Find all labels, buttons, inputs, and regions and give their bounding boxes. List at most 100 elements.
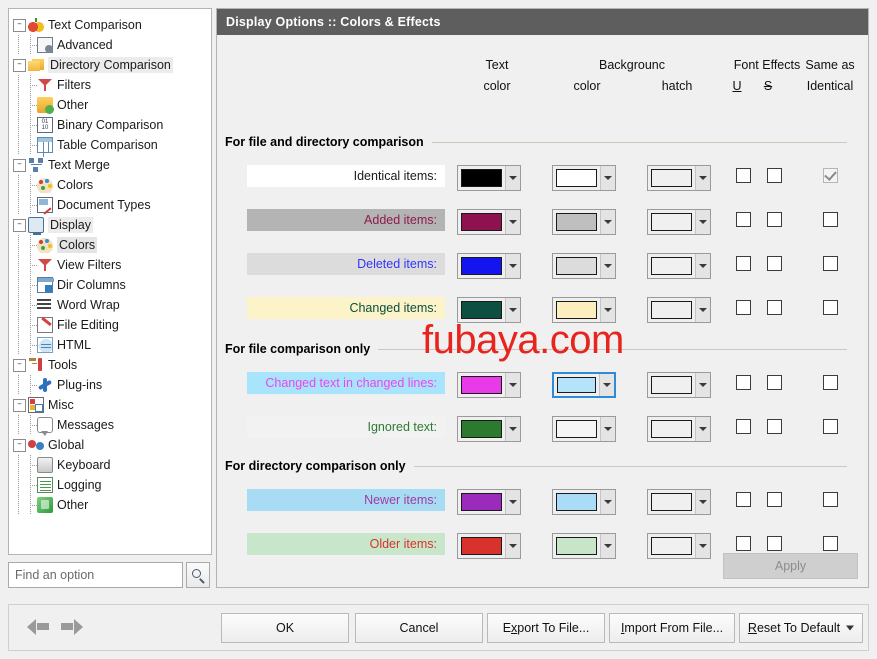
- sidebar-item-keyboard[interactable]: Keyboard: [9, 455, 211, 475]
- background-color-picker[interactable]: [552, 533, 616, 559]
- chevron-down-icon[interactable]: [505, 166, 520, 190]
- sidebar-item-logging[interactable]: Logging: [9, 475, 211, 495]
- chevron-down-icon[interactable]: [600, 254, 615, 278]
- sidebar-item-colors[interactable]: Colors: [9, 235, 211, 255]
- collapse-expander-icon[interactable]: –: [13, 18, 26, 32]
- options-tree-panel[interactable]: – Text Comparison Advanced – Directory Compa…: [8, 8, 212, 555]
- strikeout-checkbox[interactable]: [767, 256, 782, 271]
- sidebar-item-view-filters[interactable]: View Filters: [9, 255, 211, 275]
- text-color-picker[interactable]: [457, 297, 521, 323]
- strikeout-checkbox[interactable]: [767, 375, 782, 390]
- same-as-identical-checkbox[interactable]: [823, 419, 838, 434]
- collapse-expander-icon[interactable]: –: [13, 358, 26, 372]
- chevron-down-icon[interactable]: [695, 298, 710, 322]
- sidebar-item-plug-ins[interactable]: Plug-ins: [9, 375, 211, 395]
- chevron-down-icon[interactable]: [695, 210, 710, 234]
- sidebar-item-other[interactable]: Other: [9, 495, 211, 515]
- sidebar-item-advanced[interactable]: Advanced: [9, 35, 211, 55]
- chevron-down-icon[interactable]: [695, 417, 710, 441]
- search-input[interactable]: [8, 562, 183, 588]
- strikeout-checkbox[interactable]: [767, 300, 782, 315]
- chevron-down-icon[interactable]: [505, 534, 520, 558]
- background-color-picker[interactable]: [552, 209, 616, 235]
- collapse-expander-icon[interactable]: –: [13, 438, 26, 452]
- chevron-down-icon[interactable]: [600, 166, 615, 190]
- chevron-down-icon[interactable]: [600, 417, 615, 441]
- chevron-down-icon[interactable]: [695, 534, 710, 558]
- sidebar-item-file-editing[interactable]: File Editing: [9, 315, 211, 335]
- same-as-identical-checkbox[interactable]: [823, 536, 838, 551]
- strikeout-checkbox[interactable]: [767, 168, 782, 183]
- chevron-down-icon[interactable]: [505, 210, 520, 234]
- ok-button[interactable]: OK: [221, 613, 349, 643]
- background-color-picker[interactable]: [552, 297, 616, 323]
- sidebar-item-document-types[interactable]: Document Types: [9, 195, 211, 215]
- chevron-down-icon[interactable]: [695, 166, 710, 190]
- sidebar-item-binary-comparison[interactable]: 01 10 Binary Comparison: [9, 115, 211, 135]
- chevron-down-icon[interactable]: [695, 373, 710, 397]
- hatch-picker[interactable]: [647, 533, 711, 559]
- text-color-picker[interactable]: [457, 165, 521, 191]
- import-from-file-button[interactable]: Import From File...: [609, 613, 735, 643]
- underline-checkbox[interactable]: [736, 419, 751, 434]
- sidebar-item-colors[interactable]: Colors: [9, 175, 211, 195]
- chevron-down-icon[interactable]: [600, 490, 615, 514]
- same-as-identical-checkbox[interactable]: [823, 300, 838, 315]
- background-color-picker[interactable]: [552, 253, 616, 279]
- text-color-picker[interactable]: [457, 253, 521, 279]
- search-button[interactable]: [186, 562, 210, 588]
- text-color-picker[interactable]: [457, 489, 521, 515]
- strikeout-checkbox[interactable]: [767, 536, 782, 551]
- background-color-picker[interactable]: [552, 372, 616, 398]
- same-as-identical-checkbox[interactable]: [823, 212, 838, 227]
- sidebar-item-text-merge[interactable]: – Text Merge: [9, 155, 211, 175]
- sidebar-item-other[interactable]: Other: [9, 95, 211, 115]
- strikeout-checkbox[interactable]: [767, 212, 782, 227]
- sidebar-item-text-comparison[interactable]: – Text Comparison: [9, 15, 211, 35]
- chevron-down-icon[interactable]: [599, 374, 614, 396]
- hatch-picker[interactable]: [647, 297, 711, 323]
- chevron-down-icon[interactable]: [505, 298, 520, 322]
- underline-checkbox[interactable]: [736, 536, 751, 551]
- chevron-down-icon[interactable]: [600, 298, 615, 322]
- back-arrow-icon[interactable]: [27, 618, 49, 636]
- hatch-picker[interactable]: [647, 416, 711, 442]
- same-as-identical-checkbox[interactable]: [823, 492, 838, 507]
- sidebar-item-filters[interactable]: Filters: [9, 75, 211, 95]
- chevron-down-icon[interactable]: [505, 254, 520, 278]
- chevron-down-icon[interactable]: [505, 490, 520, 514]
- strikeout-checkbox[interactable]: [767, 492, 782, 507]
- sidebar-item-display[interactable]: – Display: [9, 215, 211, 235]
- underline-checkbox[interactable]: [736, 256, 751, 271]
- collapse-expander-icon[interactable]: –: [13, 58, 26, 72]
- underline-checkbox[interactable]: [736, 300, 751, 315]
- chevron-down-icon[interactable]: [695, 254, 710, 278]
- collapse-expander-icon[interactable]: –: [13, 158, 26, 172]
- forward-arrow-icon[interactable]: [61, 618, 83, 636]
- sidebar-item-html[interactable]: HTML: [9, 335, 211, 355]
- same-as-identical-checkbox[interactable]: [823, 256, 838, 271]
- hatch-picker[interactable]: [647, 209, 711, 235]
- chevron-down-icon[interactable]: [600, 210, 615, 234]
- sidebar-item-dir-columns[interactable]: Dir Columns: [9, 275, 211, 295]
- apply-button[interactable]: Apply: [723, 553, 858, 579]
- background-color-picker[interactable]: [552, 165, 616, 191]
- sidebar-item-word-wrap[interactable]: Word Wrap: [9, 295, 211, 315]
- underline-checkbox[interactable]: [736, 168, 751, 183]
- sidebar-item-global[interactable]: – Global: [9, 435, 211, 455]
- hatch-picker[interactable]: [647, 489, 711, 515]
- underline-checkbox[interactable]: [736, 375, 751, 390]
- reset-to-default-button[interactable]: Reset To Default: [739, 613, 863, 643]
- chevron-down-icon[interactable]: [846, 625, 854, 631]
- hatch-picker[interactable]: [647, 253, 711, 279]
- background-color-picker[interactable]: [552, 489, 616, 515]
- same-as-identical-checkbox[interactable]: [823, 375, 838, 390]
- sidebar-item-tools[interactable]: – Tools: [9, 355, 211, 375]
- underline-checkbox[interactable]: [736, 492, 751, 507]
- export-to-file-button[interactable]: Export To File...: [487, 613, 605, 643]
- chevron-down-icon[interactable]: [505, 417, 520, 441]
- text-color-picker[interactable]: [457, 209, 521, 235]
- underline-checkbox[interactable]: [736, 212, 751, 227]
- text-color-picker[interactable]: [457, 533, 521, 559]
- sidebar-item-directory-comparison[interactable]: – Directory Comparison: [9, 55, 211, 75]
